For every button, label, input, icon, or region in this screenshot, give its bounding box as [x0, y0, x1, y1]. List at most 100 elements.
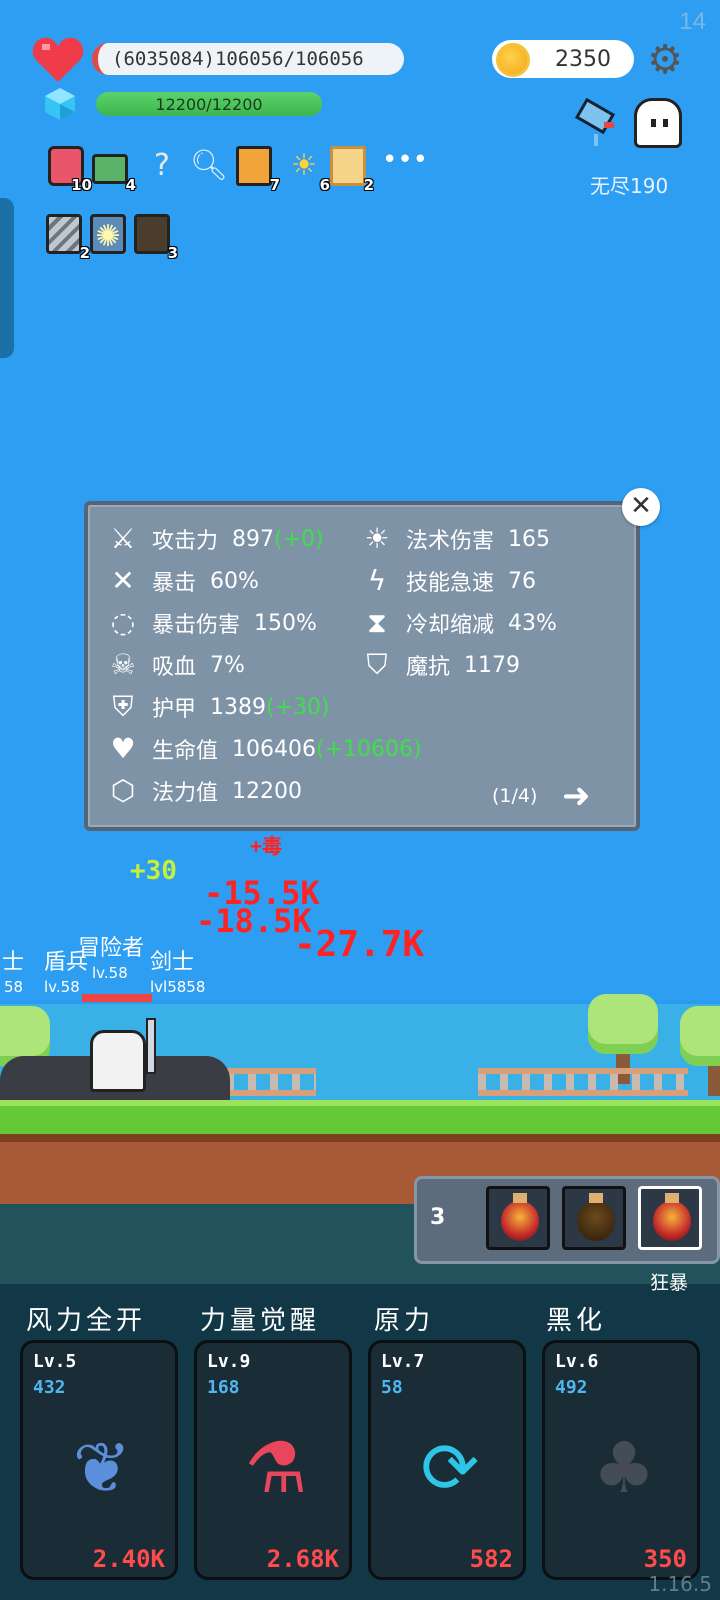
- dark-tree-icon: ♣: [592, 1427, 656, 1509]
- lightning-icon: ϟ: [367, 564, 387, 597]
- fence: [226, 1068, 316, 1096]
- stat-mana: ⬡ 法力值 12200: [106, 774, 302, 808]
- stat-bonus: (+10606): [316, 736, 422, 762]
- buff-item[interactable]: 2: [46, 214, 90, 262]
- more-icon: •••: [382, 145, 429, 175]
- stat-value: 106406: [232, 736, 316, 762]
- fire-potion-icon: [501, 1201, 539, 1241]
- corner-number: 14: [679, 8, 706, 35]
- skill-value: 58: [381, 1377, 403, 1398]
- stats-page-indicator: (1/4): [492, 785, 538, 807]
- potion-label: 狂暴: [650, 1272, 689, 1294]
- damage-float: -27.7K: [294, 924, 425, 965]
- unit-level: lv.58: [92, 964, 128, 982]
- stat-label: 技能急速: [406, 571, 495, 596]
- inventory-item[interactable]: ☀ 6: [286, 146, 330, 194]
- skill-level: Lv.5: [33, 1351, 77, 1372]
- stat-label: 法力值: [152, 781, 219, 806]
- potion-slot[interactable]: [486, 1186, 550, 1250]
- stat-crit-damage: ◌ 暴击伤害 150%: [106, 606, 317, 640]
- stat-value: 897: [232, 526, 275, 552]
- dark-potion-icon: [577, 1201, 615, 1241]
- stat-magic-damage: ☀ 法术伤害 165: [360, 522, 550, 556]
- item-count: 10: [71, 176, 92, 194]
- grass-strip: [0, 1100, 720, 1134]
- buff-item[interactable]: ✺: [90, 214, 128, 258]
- stat-label: 冷却缩减: [406, 613, 495, 638]
- stat-ability-haste: ϟ 技能急速 76: [360, 564, 536, 598]
- fish-icon[interactable]: [574, 98, 624, 148]
- side-drawer-tab[interactable]: [0, 198, 14, 358]
- stat-value: 7%: [210, 652, 245, 678]
- heart-icon: ♥: [110, 732, 136, 765]
- coin-icon: [496, 43, 530, 77]
- potion-slot-selected[interactable]: [638, 1186, 702, 1250]
- settings-gear-icon[interactable]: ⚙: [645, 40, 685, 80]
- inventory-item[interactable]: 🔍︎: [190, 146, 228, 190]
- stat-value: 43%: [508, 610, 557, 636]
- stat-health: ♥ 生命值 106406 (+10606): [106, 732, 422, 766]
- cash-heart-icon: [92, 154, 128, 184]
- magnifier-icon: 🔍︎: [190, 148, 229, 183]
- hero-hp-bar: [82, 994, 152, 1002]
- unit-level: 58: [4, 978, 24, 996]
- gold-value: 2350: [555, 47, 611, 72]
- shield-heart-icon: ⛉: [366, 648, 388, 681]
- stat-value: 1179: [464, 652, 521, 678]
- feather-icon: ❦: [72, 1427, 132, 1509]
- ghost-icon[interactable]: [634, 98, 682, 148]
- stat-value: 165: [508, 526, 551, 552]
- inventory-more-button[interactable]: •••: [382, 140, 429, 184]
- stat-armor: ⛨ 护甲 1389 (+30): [106, 690, 330, 724]
- stat-attack: ⚔ 攻击力 897 (+0): [106, 522, 324, 556]
- inventory-item[interactable]: 10: [48, 146, 92, 194]
- stat-bonus: (+0): [274, 526, 324, 552]
- book-icon: [236, 146, 272, 186]
- skill-cost: 350: [643, 1545, 687, 1573]
- skill-title: 力量觉醒: [200, 1306, 321, 1336]
- sun-icon: ☀: [290, 148, 318, 183]
- skull-icon: ☠: [110, 648, 136, 681]
- stat-lifesteal: ☠ 吸血 7%: [106, 648, 245, 682]
- target-ring-icon: ◌: [110, 606, 136, 639]
- heart-icon: [32, 37, 84, 82]
- berserk-potion-icon: [653, 1201, 691, 1241]
- inventory-item[interactable]: 4: [92, 146, 136, 194]
- endless-mode-label: 无尽190: [590, 174, 669, 198]
- stat-value: 1389: [210, 694, 267, 720]
- item-count: 2: [363, 176, 374, 194]
- stat-value: 12200: [232, 778, 303, 804]
- blade-icon: [46, 214, 82, 254]
- inventory-item[interactable]: 2: [330, 146, 374, 194]
- potion-slot[interactable]: [562, 1186, 626, 1250]
- skill-level: Lv.6: [555, 1351, 599, 1372]
- hourglass-icon: ⧗: [367, 606, 387, 639]
- stat-bonus: (+30): [266, 694, 330, 720]
- skill-title: 原力: [374, 1306, 435, 1336]
- stat-label: 暴击: [152, 571, 197, 596]
- stat-value: 60%: [210, 568, 259, 594]
- item-count: 4: [125, 176, 136, 194]
- next-page-arrow-icon[interactable]: ➜: [562, 776, 591, 816]
- buff-item[interactable]: 3: [134, 214, 178, 262]
- inventory-item[interactable]: 7: [236, 146, 280, 194]
- item-count: 6: [319, 176, 330, 194]
- stat-label: 护甲: [152, 697, 197, 722]
- shadow-icon: [134, 214, 170, 254]
- skill-title: 黑化: [546, 1306, 607, 1336]
- inventory-item[interactable]: ?: [144, 146, 182, 190]
- close-button[interactable]: ✕: [622, 488, 660, 526]
- skill-card[interactable]: Lv.7 58 ⟳ 582: [368, 1340, 526, 1580]
- shield-icon: ⛨: [112, 690, 134, 723]
- unit-level: lvl5858: [150, 978, 206, 996]
- stat-value: 76: [508, 568, 537, 594]
- skill-title: 风力全开: [26, 1306, 147, 1336]
- potion-count: 3: [430, 1205, 446, 1230]
- skill-card[interactable]: Lv.9 168 ⚗ 2.68K: [194, 1340, 352, 1580]
- skill-card[interactable]: Lv.6 492 ♣ 350: [542, 1340, 700, 1580]
- skill-level: Lv.7: [381, 1351, 425, 1372]
- hook-icon: ?: [154, 148, 170, 183]
- skill-card[interactable]: Lv.5 432 ❦ 2.40K: [20, 1340, 178, 1580]
- test-tube-icon: ⚗: [244, 1427, 308, 1509]
- gem-outline-icon: ⬡: [110, 774, 136, 807]
